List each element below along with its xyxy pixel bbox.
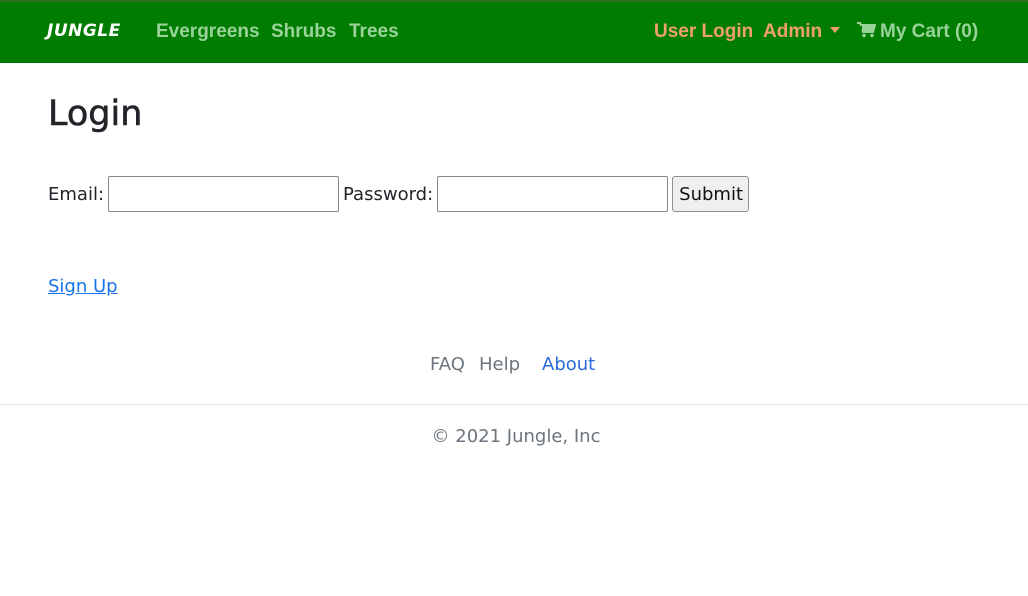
email-field[interactable] (108, 176, 340, 212)
password-field[interactable] (437, 176, 669, 212)
admin-label: Admin (763, 21, 823, 42)
cart-link[interactable]: My Cart (0) (857, 21, 978, 43)
email-label: Email: (48, 183, 105, 205)
shopping-cart-icon (857, 22, 876, 38)
submit-button[interactable]: Submit (672, 176, 750, 212)
nav-link-trees[interactable]: Trees (349, 21, 399, 43)
footer-link-help[interactable]: Help (479, 354, 520, 375)
brand-logo[interactable]: JUNGLE (47, 21, 121, 41)
nav-link-shrubs[interactable]: Shrubs (271, 21, 336, 43)
admin-dropdown[interactable]: Admin (763, 21, 841, 43)
footer-link-about[interactable]: About (542, 354, 595, 375)
footer-link-faq[interactable]: FAQ (430, 354, 465, 375)
user-login-link[interactable]: User Login (654, 21, 753, 43)
sign-up-link[interactable]: Sign Up (48, 276, 118, 297)
caret-down-icon (830, 27, 841, 34)
cart-label: My Cart (0) (880, 21, 979, 42)
nav-link-evergreens[interactable]: Evergreens (156, 21, 260, 43)
top-navbar: JUNGLE Evergreens Shrubs Trees User Logi… (0, 0, 1028, 63)
login-form: Email: Password: Submit (48, 176, 750, 212)
copyright-text: © 2021 Jungle, Inc (431, 426, 601, 447)
page-title: Login (48, 94, 143, 135)
password-label: Password: (343, 183, 434, 205)
footer-divider (0, 404, 1028, 405)
